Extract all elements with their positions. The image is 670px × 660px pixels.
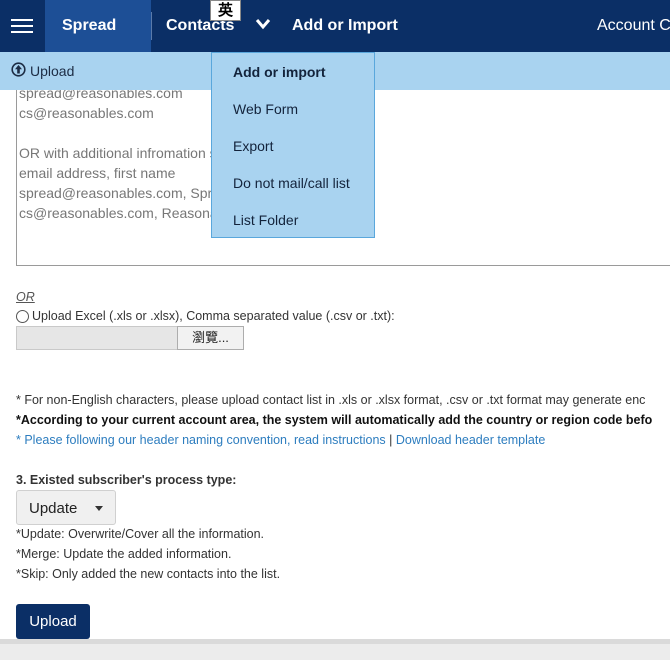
nav-add-or-import[interactable]: Add or Import bbox=[292, 17, 398, 35]
process-type-title: 3. Existed subscriber's process type: bbox=[16, 473, 237, 487]
brand-tab[interactable]: Spread bbox=[45, 0, 151, 52]
link-separator: | bbox=[389, 433, 393, 447]
upload-file-label: Upload Excel (.xls or .xlsx), Comma sepa… bbox=[32, 309, 395, 323]
process-type-select[interactable]: Update bbox=[16, 490, 116, 525]
nav-divider bbox=[151, 12, 152, 40]
menu-item-export[interactable]: Export bbox=[233, 138, 273, 154]
page-bottom-bar bbox=[0, 639, 670, 660]
top-navigation-bar: Spread Contacts Add or Import Account C bbox=[0, 0, 670, 52]
process-desc-update: *Update: Overwrite/Cover all the informa… bbox=[16, 527, 265, 541]
chevron-down-icon[interactable] bbox=[254, 14, 272, 34]
brand-label: Spread bbox=[62, 17, 117, 34]
textarea-line: cs@reasonables.com, Reasona bbox=[19, 205, 218, 221]
download-template-link[interactable]: Download header template bbox=[396, 433, 545, 447]
non-english-note: * For non-English characters, please upl… bbox=[16, 393, 646, 407]
ime-indicator: 英 bbox=[210, 0, 241, 21]
or-label: OR bbox=[16, 290, 35, 304]
header-links: * Please following our header naming con… bbox=[16, 433, 545, 447]
menu-item-web-form[interactable]: Web Form bbox=[233, 101, 298, 117]
browse-button[interactable]: 瀏覽... bbox=[177, 326, 244, 350]
country-code-note: *According to your current account area,… bbox=[16, 413, 653, 427]
subbar-title: Upload bbox=[30, 63, 75, 79]
process-type-value: Update bbox=[29, 500, 78, 517]
caret-down-icon bbox=[95, 506, 103, 511]
menu-item-add-or-import[interactable]: Add or import bbox=[233, 64, 326, 80]
textarea-line: cs@reasonables.com bbox=[19, 105, 154, 121]
process-desc-skip: *Skip: Only added the new contacts into … bbox=[16, 567, 281, 581]
upload-button[interactable]: Upload bbox=[16, 604, 90, 639]
add-or-import-dropdown: Add or import Web Form Export Do not mai… bbox=[211, 52, 375, 238]
textarea-line: email address, first name bbox=[19, 165, 176, 181]
hamburger-icon[interactable] bbox=[0, 0, 45, 52]
nav-account[interactable]: Account C bbox=[597, 17, 670, 35]
textarea-line: spread@reasonables.com, Spr bbox=[19, 185, 213, 201]
menu-item-list-folder[interactable]: List Folder bbox=[233, 212, 298, 228]
menu-item-do-not-mail[interactable]: Do not mail/call list bbox=[233, 175, 350, 191]
upload-file-radio[interactable] bbox=[16, 310, 29, 323]
naming-convention-link[interactable]: * Please following our header naming con… bbox=[16, 433, 386, 447]
process-desc-merge: *Merge: Update the added information. bbox=[16, 547, 232, 561]
file-path-field[interactable] bbox=[16, 326, 178, 350]
textarea-line: OR with additional infromation s bbox=[19, 145, 217, 161]
upload-circle-icon bbox=[11, 62, 26, 77]
